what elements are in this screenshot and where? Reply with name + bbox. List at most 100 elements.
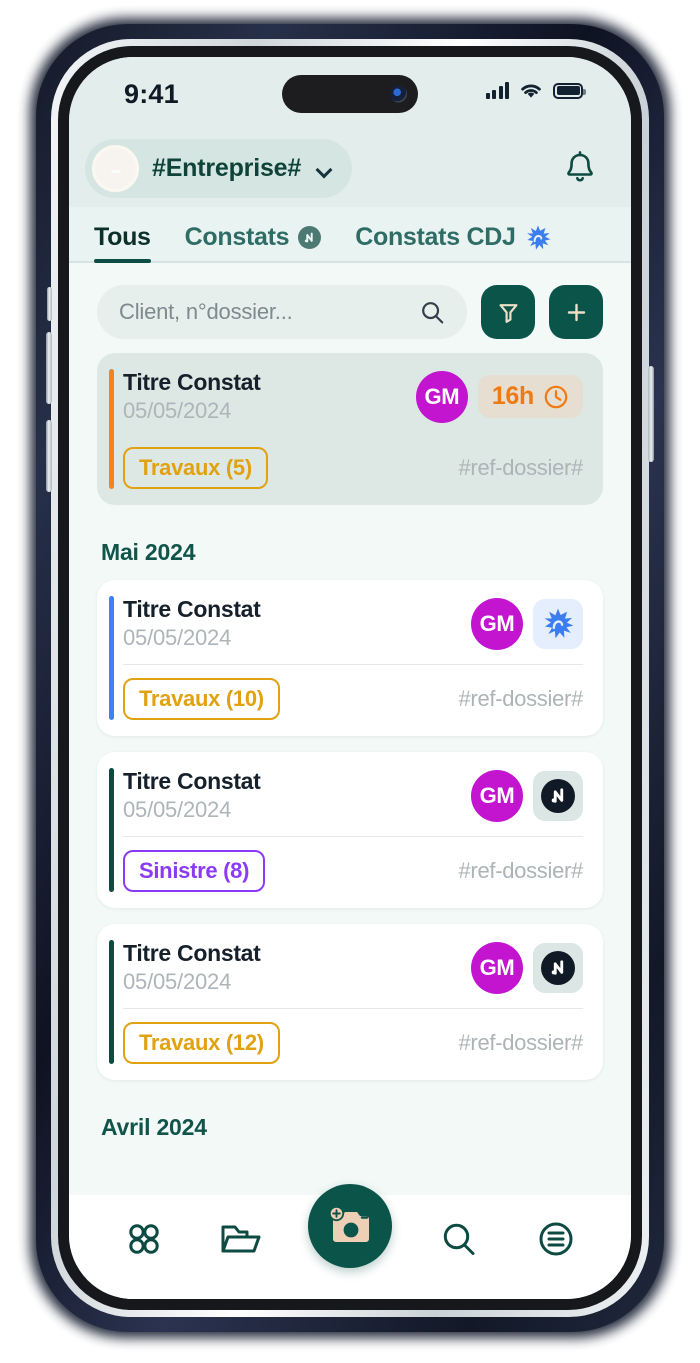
card-footer: Travaux (10) #ref-dossier# bbox=[123, 678, 583, 720]
dashboard-grid-icon bbox=[129, 1224, 159, 1254]
nav-search-button[interactable] bbox=[428, 1208, 490, 1270]
search-input[interactable]: Client, n°dossier... bbox=[97, 285, 467, 339]
constats-list-panel: Client, n°dossier... Titre Constat 05/05… bbox=[69, 263, 631, 1195]
avatar bbox=[92, 144, 139, 192]
org-name-label: #Entreprise# bbox=[152, 153, 302, 182]
card-title: Titre Constat bbox=[123, 768, 261, 794]
wifi-icon bbox=[521, 84, 541, 98]
category-tag[interactable]: Sinistre (8) bbox=[123, 850, 266, 892]
card-title: Titre Constat bbox=[123, 596, 261, 622]
constat-card-1[interactable]: Titre Constat 05/05/2024 GM Travaux (10)… bbox=[97, 580, 603, 736]
app-header: #Entreprise# bbox=[69, 129, 631, 207]
tab-constats[interactable]: Constats bbox=[185, 223, 322, 261]
assignee-avatar[interactable]: GM bbox=[415, 370, 468, 423]
front-camera-icon bbox=[390, 85, 407, 103]
tab-constats-cdj-label: Constats CDJ bbox=[355, 223, 516, 251]
card-header: Titre Constat 05/05/2024 GM bbox=[123, 768, 583, 823]
card-meta: GM 16h bbox=[415, 370, 583, 423]
card-footer: Travaux (5) #ref-dossier# bbox=[123, 447, 583, 489]
card-accent-bar bbox=[109, 596, 114, 720]
bell-icon[interactable] bbox=[565, 151, 595, 185]
time-remaining-label: 16h bbox=[491, 382, 534, 410]
dynamic-island bbox=[282, 75, 418, 113]
nav-folders-button[interactable] bbox=[210, 1208, 272, 1270]
menu-list-icon bbox=[539, 1222, 573, 1256]
assignee-avatar[interactable]: GM bbox=[471, 597, 523, 650]
constat-card-2[interactable]: Titre Constat 05/05/2024 GM Sinistre (8)… bbox=[97, 752, 603, 908]
card-meta: GM bbox=[471, 941, 583, 994]
category-tag[interactable]: Travaux (12) bbox=[123, 1022, 280, 1064]
tab-bar: Tous Constats Constats CDJ bbox=[69, 207, 631, 263]
plus-icon bbox=[567, 303, 585, 321]
volume-down-button[interactable] bbox=[46, 420, 52, 492]
tab-constats-label: Constats bbox=[184, 223, 290, 251]
assignee-avatar[interactable]: GM bbox=[471, 941, 523, 994]
card-meta: GM bbox=[471, 769, 583, 822]
tab-tous-label: Tous bbox=[94, 223, 151, 251]
card-accent-bar bbox=[109, 940, 114, 1064]
list-toolbar: Client, n°dossier... bbox=[69, 263, 631, 353]
constat-card-3[interactable]: Titre Constat 05/05/2024 GM Travaux (12)… bbox=[97, 924, 603, 1080]
assignee-avatar[interactable]: GM bbox=[471, 769, 523, 822]
filter-funnel-icon bbox=[499, 303, 517, 323]
n-type-tile bbox=[533, 942, 583, 993]
search-placeholder: Client, n°dossier... bbox=[119, 299, 293, 324]
card-divider bbox=[123, 664, 583, 665]
card-reference: #ref-dossier# bbox=[458, 858, 584, 883]
card-divider bbox=[123, 1008, 583, 1009]
nav-dashboard-button[interactable] bbox=[113, 1208, 175, 1270]
capture-photo-button[interactable] bbox=[307, 1184, 392, 1268]
card-reference: #ref-dossier# bbox=[458, 686, 584, 711]
card-header: Titre Constat 05/05/2024 GM bbox=[123, 596, 583, 651]
card-divider bbox=[123, 836, 583, 837]
power-button[interactable] bbox=[648, 366, 654, 462]
card-date: 05/05/2024 bbox=[123, 797, 232, 822]
cdj-starburst-icon bbox=[544, 608, 574, 638]
card-reference: #ref-dossier# bbox=[458, 455, 584, 480]
tab-tous[interactable]: Tous bbox=[94, 223, 151, 263]
battery-full-icon bbox=[553, 82, 586, 99]
status-bar: 9:41 bbox=[69, 57, 631, 129]
card-header: Titre Constat 05/05/2024 GM bbox=[123, 940, 583, 995]
bottom-navigation-bar bbox=[69, 1184, 631, 1299]
status-badge: 16h bbox=[477, 375, 583, 418]
search-icon bbox=[443, 1223, 475, 1255]
cellular-signal-icon bbox=[485, 82, 509, 99]
category-tag[interactable]: Travaux (10) bbox=[123, 678, 280, 720]
phone-screen: 9:41 #Entreprise# Tous Constats Constats… bbox=[69, 57, 631, 1299]
card-footer: Sinistre (8) #ref-dossier# bbox=[123, 850, 583, 892]
search-icon[interactable] bbox=[420, 300, 445, 325]
card-titles: Titre Constat 05/05/2024 bbox=[123, 940, 261, 995]
tab-constats-cdj[interactable]: Constats CDJ bbox=[355, 223, 551, 261]
constat-card-pinned[interactable]: Titre Constat 05/05/2024 GM 16h Travaux … bbox=[97, 353, 603, 505]
group-title-mai: Mai 2024 bbox=[101, 539, 196, 565]
card-titles: Titre Constat 05/05/2024 bbox=[123, 768, 261, 823]
n-badge-icon bbox=[541, 778, 575, 813]
filter-button[interactable] bbox=[481, 285, 535, 339]
add-constat-button[interactable] bbox=[549, 285, 603, 339]
card-accent-bar bbox=[109, 768, 114, 892]
status-time: 9:41 bbox=[124, 79, 179, 109]
card-title: Titre Constat bbox=[123, 940, 261, 966]
category-tag[interactable]: Travaux (5) bbox=[123, 447, 268, 489]
folder-icon bbox=[221, 1225, 261, 1253]
n-type-tile bbox=[533, 770, 583, 821]
volume-up-button[interactable] bbox=[46, 332, 52, 404]
group-title-avril: Avril 2024 bbox=[101, 1114, 207, 1140]
constats-list[interactable]: Titre Constat 05/05/2024 GM 16h Travaux … bbox=[69, 353, 631, 1155]
card-footer: Travaux (12) #ref-dossier# bbox=[123, 1022, 583, 1064]
card-meta: GM bbox=[471, 597, 583, 650]
card-date: 05/05/2024 bbox=[123, 625, 232, 650]
screenshot-stage: 9:41 #Entreprise# Tous Constats Constats… bbox=[0, 0, 700, 1363]
card-header: Titre Constat 05/05/2024 GM 16h bbox=[123, 369, 583, 424]
card-accent-bar bbox=[109, 369, 114, 489]
nav-menu-button[interactable] bbox=[525, 1208, 587, 1270]
silent-switch-button[interactable] bbox=[47, 287, 52, 321]
status-indicators bbox=[485, 81, 586, 100]
card-reference: #ref-dossier# bbox=[458, 1030, 584, 1055]
chevron-down-icon bbox=[317, 164, 332, 173]
card-date: 05/05/2024 bbox=[123, 398, 232, 423]
card-divider bbox=[123, 438, 583, 439]
org-switcher-button[interactable]: #Entreprise# bbox=[85, 138, 353, 198]
clock-icon bbox=[544, 385, 568, 408]
